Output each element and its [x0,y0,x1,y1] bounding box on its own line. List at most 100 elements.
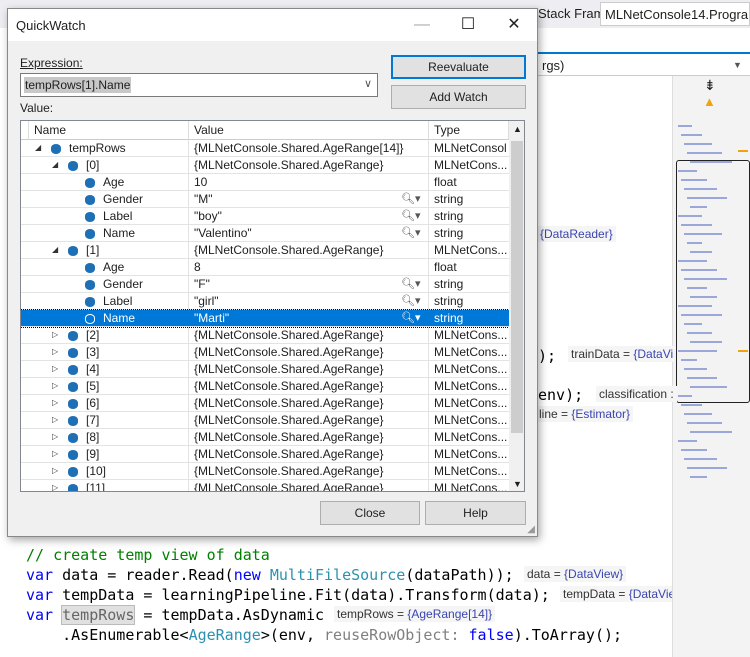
expand-icon[interactable]: ▷ [52,432,58,441]
datatip-temprows[interactable]: tempRows = {AgeRange[14]} [334,606,496,622]
table-row[interactable]: ◢ [1] {MLNetConsole.Shared.AgeRange} MLNetC… [21,242,509,259]
expand-icon[interactable]: ▷ [52,381,58,390]
row-value[interactable]: "M" [189,192,213,206]
table-row[interactable]: ▷ [8] {MLNetConsole.Shared.AgeRange} MLNetC… [21,429,509,446]
datatip-traindata[interactable]: trainData = {DataVi [568,346,677,362]
close-window-button[interactable]: ✕ [491,9,537,41]
dropdown-arrow-icon[interactable]: ▼ [733,60,742,70]
table-row[interactable]: ▷ [5] {MLNetConsole.Shared.AgeRange} MLNetC… [21,378,509,395]
visualizer-magnifier-icon[interactable]: 🔍︎▾ [401,277,421,290]
row-value[interactable]: {MLNetConsole.Shared.AgeRange} [189,328,383,342]
row-value[interactable]: {MLNetConsole.Shared.AgeRange} [189,345,383,359]
title-bar[interactable]: QuickWatch — ☐ ✕ [8,9,537,41]
row-value[interactable]: {MLNetConsole.Shared.AgeRange} [189,447,383,461]
table-row[interactable]: ▷ [2] {MLNetConsole.Shared.AgeRange} MLNetC… [21,327,509,344]
column-header-value[interactable]: Value [189,121,429,140]
table-row[interactable]: ▷ [4] {MLNetConsole.Shared.AgeRange} MLNetC… [21,361,509,378]
split-editor-icon[interactable]: ⇟ [704,77,716,94]
maximize-button[interactable]: ☐ [445,9,491,41]
table-row[interactable]: ▷ [3] {MLNetConsole.Shared.AgeRange} MLNetC… [21,344,509,361]
collapse-icon[interactable]: ◢ [35,143,41,152]
row-value[interactable]: "boy" [189,209,222,223]
resize-grip-icon[interactable]: ◢ [527,524,535,535]
row-value[interactable]: {MLNetConsole.Shared.AgeRange} [189,481,383,491]
minimap-line [681,134,702,136]
row-value[interactable]: "Valentino" [189,226,252,240]
row-value[interactable]: {MLNetConsole.Shared.AgeRange[14]} [189,141,403,155]
row-value[interactable]: {MLNetConsole.Shared.AgeRange} [189,430,383,444]
expression-input[interactable]: tempRows[1].Name ∨ [20,73,378,97]
table-row[interactable]: Label "girl" 🔍︎▾ string [21,293,509,310]
member-nav-dropdown[interactable] [538,52,750,76]
row-value[interactable]: {MLNetConsole.Shared.AgeRange} [189,413,383,427]
chevron-down-icon[interactable]: ∨ [364,77,372,90]
add-watch-button[interactable]: Add Watch [391,85,526,109]
column-header-name[interactable]: Name [29,121,189,140]
warning-icon[interactable]: ▲ [703,94,716,109]
row-value[interactable]: 8 [189,260,201,274]
quickwatch-dialog: QuickWatch — ☐ ✕ Expression: tempRows[1]… [7,8,538,537]
scroll-down-icon[interactable]: ▼ [513,479,522,489]
datatip-tempdata[interactable]: tempData = {DataVie [560,586,672,602]
collapse-icon[interactable]: ◢ [52,245,58,254]
table-row[interactable]: ▷ [9] {MLNetConsole.Shared.AgeRange} MLNetC… [21,446,509,463]
table-row[interactable]: Gender "F" 🔍︎▾ string [21,276,509,293]
scrollbar-thumb[interactable] [511,141,523,433]
table-row[interactable]: ◢ tempRows {MLNetConsole.Shared.AgeRange[1… [21,140,509,157]
scroll-up-icon[interactable]: ▲ [513,124,522,134]
expand-icon[interactable]: ▷ [52,330,58,339]
datatip-classification[interactable]: classification : [596,386,677,402]
reevaluate-button[interactable]: Reevaluate [391,55,526,79]
minimize-button[interactable]: — [399,9,445,41]
close-button[interactable]: Close [320,501,420,525]
expand-icon[interactable]: ▷ [52,398,58,407]
visualizer-magnifier-icon[interactable]: 🔍︎▾ [401,192,421,205]
row-value[interactable]: "Marti" [189,311,229,325]
row-value[interactable]: "girl" [189,294,219,308]
row-value[interactable]: {MLNetConsole.Shared.AgeRange} [189,379,383,393]
expand-icon[interactable]: ▷ [52,483,58,491]
table-row[interactable]: Age 8 float [21,259,509,276]
highlighted-identifier[interactable]: tempRows [61,605,136,625]
row-value[interactable]: {MLNetConsole.Shared.AgeRange} [189,243,383,257]
row-value[interactable]: {MLNetConsole.Shared.AgeRange} [189,464,383,478]
expand-icon[interactable]: ▷ [52,415,58,424]
row-value[interactable]: 10 [189,175,207,189]
row-value[interactable]: {MLNetConsole.Shared.AgeRange} [189,396,383,410]
minimap-line [681,179,707,181]
expand-icon[interactable]: ▷ [52,364,58,373]
datatip-reader[interactable]: {DataReader} [537,226,616,242]
object-icon [85,177,95,191]
visualizer-magnifier-icon[interactable]: 🔍︎▾ [401,209,421,222]
visualizer-magnifier-icon[interactable]: 🔍︎▾ [401,294,421,307]
table-row[interactable]: ▷ [10] {MLNetConsole.Shared.AgeRange} MLNet… [21,463,509,480]
minimap-line [684,413,712,415]
minimap-line [678,305,712,307]
collapse-icon[interactable]: ◢ [52,160,58,169]
datatip-pipeline[interactable]: line = {Estimator} [536,406,634,422]
table-row[interactable]: Name "Valentino" 🔍︎▾ string [21,225,509,242]
column-header-type[interactable]: Type [429,121,509,140]
table-row[interactable]: ◢ [0] {MLNetConsole.Shared.AgeRange} MLNetC… [21,157,509,174]
table-row[interactable]: Gender "M" 🔍︎▾ string [21,191,509,208]
expand-icon[interactable]: ▷ [52,466,58,475]
stack-frame-dropdown[interactable]: MLNetConsole14.Program. [600,2,750,26]
datatip-data[interactable]: data = {DataView} [524,566,627,582]
table-row[interactable]: ▷ [7] {MLNetConsole.Shared.AgeRange} MLNetC… [21,412,509,429]
row-value[interactable]: {MLNetConsole.Shared.AgeRange} [189,158,383,172]
table-row[interactable]: ▷ [6] {MLNetConsole.Shared.AgeRange} MLNetC… [21,395,509,412]
expand-icon[interactable]: ▷ [52,449,58,458]
expand-icon[interactable]: ▷ [52,347,58,356]
row-type: MLNetCons... [434,362,507,376]
table-row[interactable]: Age 10 float [21,174,509,191]
table-row[interactable]: ▷ [11] {MLNetConsole.Shared.AgeRange} MLNet… [21,480,509,491]
visualizer-magnifier-icon[interactable]: 🔍︎▾ [401,311,421,324]
table-row[interactable]: Label "boy" 🔍︎▾ string [21,208,509,225]
help-button[interactable]: Help [425,501,526,525]
watch-grid[interactable]: Name Value Type ◢ tempRows {MLNetConsole.S… [20,120,525,492]
row-value[interactable]: {MLNetConsole.Shared.AgeRange} [189,362,383,376]
visualizer-magnifier-icon[interactable]: 🔍︎▾ [401,226,421,239]
minimap-line [684,278,727,280]
table-row[interactable]: Name "Marti" 🔍︎▾ string [21,309,510,328]
row-value[interactable]: "F" [189,277,210,291]
